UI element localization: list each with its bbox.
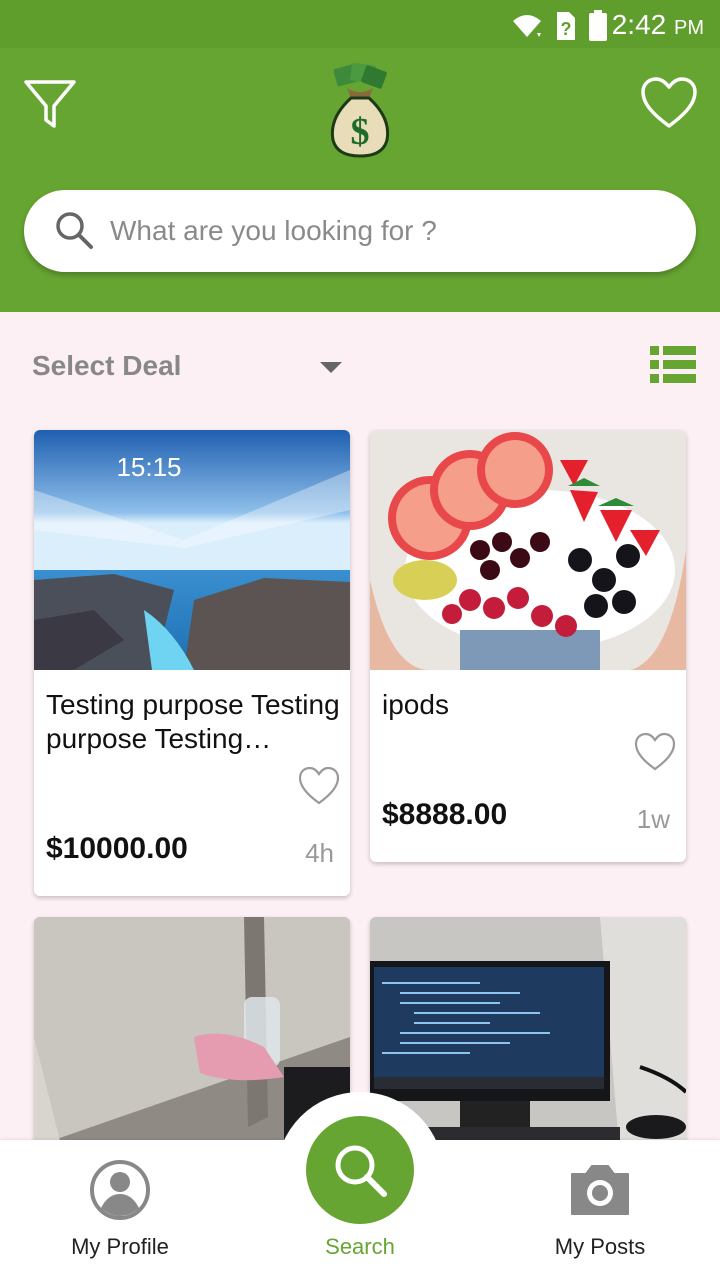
search-input[interactable] [110, 208, 670, 254]
profile-icon [90, 1160, 150, 1220]
camera-icon [571, 1165, 629, 1215]
listing-age: 1w [636, 804, 670, 834]
money-bag-icon: $ [325, 62, 395, 158]
heart-outline-icon[interactable] [634, 732, 676, 772]
deal-filter-row: Select Deal [0, 340, 720, 396]
listing-price: $8888.00 [382, 798, 508, 831]
search-icon [56, 212, 93, 249]
lockscreen-clock: 15:15 [116, 452, 181, 482]
search-bar[interactable] [24, 190, 696, 272]
svg-text:?: ? [561, 19, 572, 39]
no-sim-icon: ? [557, 12, 575, 40]
svg-text:$: $ [351, 111, 370, 153]
fruit-plate-photo [370, 430, 686, 670]
listing-card[interactable]: ipods $8888.00 1w [370, 430, 686, 862]
listing-price: $10000.00 [46, 832, 188, 865]
listing-title: ipods [382, 689, 449, 720]
filter-icon[interactable] [22, 76, 78, 132]
listing-title: Testing purpose Testing purpose Testing … [46, 689, 340, 754]
wifi-icon [513, 15, 541, 37]
chevron-down-icon[interactable] [320, 362, 342, 373]
status-bar: ? 2:42 PM [0, 0, 720, 48]
status-time: 2:42 PM [611, 9, 704, 40]
app-header: $ [0, 48, 720, 312]
nav-my-profile[interactable]: My Profile [20, 1140, 220, 1280]
search-icon [335, 1145, 387, 1197]
heart-outline-icon[interactable] [640, 76, 698, 132]
list-view-icon[interactable] [650, 346, 696, 384]
listing-age: 4h [305, 838, 334, 868]
nav-my-posts[interactable]: My Posts [500, 1140, 700, 1280]
search-fab-button[interactable] [306, 1116, 414, 1224]
nav-label: My Profile [71, 1234, 169, 1259]
select-deal-dropdown[interactable]: Select Deal [32, 350, 181, 382]
listing-card[interactable]: 15:15 Testing purpose Testing purpose Te… [34, 430, 350, 896]
heart-outline-icon[interactable] [298, 766, 340, 806]
battery-icon [589, 10, 607, 41]
nav-search-label[interactable]: Search [260, 1234, 460, 1260]
phone-lockscreen-photo: 15:15 [34, 430, 350, 670]
nav-label: My Posts [554, 1234, 646, 1259]
